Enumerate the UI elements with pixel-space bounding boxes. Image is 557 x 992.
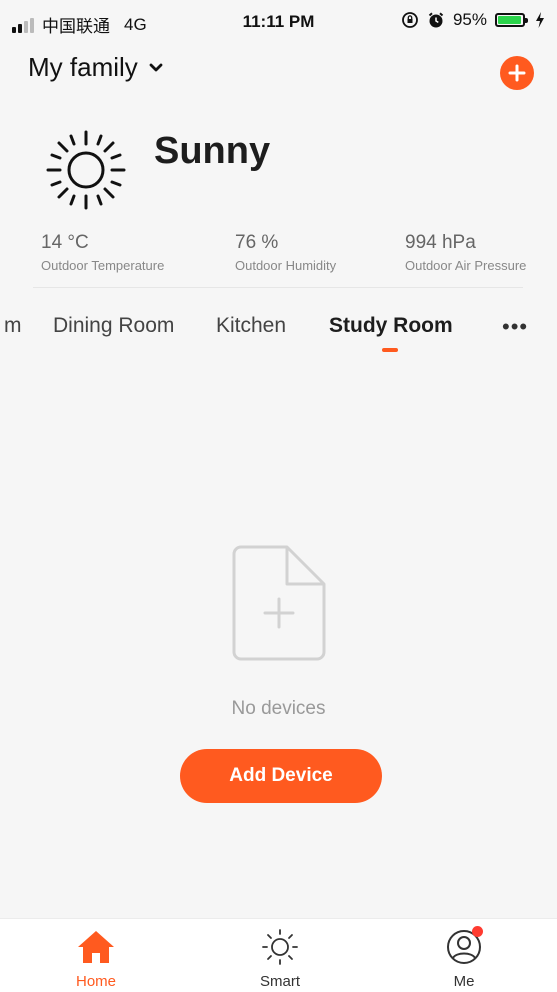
battery-icon xyxy=(495,13,528,27)
nav-home-label: Home xyxy=(75,973,116,990)
orientation-lock-icon xyxy=(402,12,418,28)
temperature-value: 14 °C xyxy=(41,232,89,253)
temperature-stat: 14 °C Outdoor Temperature xyxy=(41,232,164,273)
add-device-button[interactable]: Add Device xyxy=(180,749,382,803)
charging-icon xyxy=(536,12,544,28)
empty-document-icon xyxy=(232,545,326,661)
nav-home[interactable]: Home xyxy=(46,927,146,990)
family-selector[interactable]: My family xyxy=(28,52,164,83)
nav-smart-label: Smart xyxy=(259,973,300,990)
nav-me[interactable]: Me xyxy=(414,926,514,990)
sun-icon xyxy=(46,130,126,210)
empty-message: No devices xyxy=(231,698,326,719)
active-tab-indicator xyxy=(382,348,398,352)
tab-room-partial[interactable]: m xyxy=(4,314,22,338)
tab-dining-room[interactable]: Dining Room xyxy=(53,314,174,338)
plus-icon xyxy=(508,64,526,82)
humidity-value: 76 % xyxy=(235,232,279,253)
weather-condition: Sunny xyxy=(154,130,271,172)
room-tabs: m Dining Room Kitchen Study Room xyxy=(0,310,557,360)
humidity-label: Outdoor Humidity xyxy=(235,258,337,273)
nav-me-label: Me xyxy=(453,973,475,990)
battery-fill xyxy=(498,16,521,24)
tab-study-room[interactable]: Study Room xyxy=(329,314,453,338)
chevron-down-icon xyxy=(149,63,163,71)
home-icon xyxy=(78,931,114,963)
smart-icon xyxy=(262,929,298,965)
bottom-nav: Home Smart Me xyxy=(0,918,557,992)
divider xyxy=(33,287,523,288)
notification-badge xyxy=(472,926,483,937)
add-button[interactable] xyxy=(500,56,534,90)
status-right: 95% xyxy=(401,10,545,30)
temperature-label: Outdoor Temperature xyxy=(41,258,165,273)
battery-percent: 95% xyxy=(452,10,487,29)
status-bar: 中国联通 4G 11:11 PM 95% xyxy=(0,0,557,46)
alarm-icon xyxy=(428,12,444,28)
family-name: My family xyxy=(28,52,138,82)
tab-kitchen[interactable]: Kitchen xyxy=(216,314,286,338)
humidity-stat: 76 % Outdoor Humidity xyxy=(235,232,336,273)
pressure-stat: 994 hPa Outdoor Air Pressure xyxy=(405,232,526,273)
pressure-label: Outdoor Air Pressure xyxy=(405,258,527,273)
more-icon[interactable]: ••• xyxy=(502,314,528,340)
pressure-value: 994 hPa xyxy=(405,232,476,253)
nav-smart[interactable]: Smart xyxy=(230,927,330,990)
